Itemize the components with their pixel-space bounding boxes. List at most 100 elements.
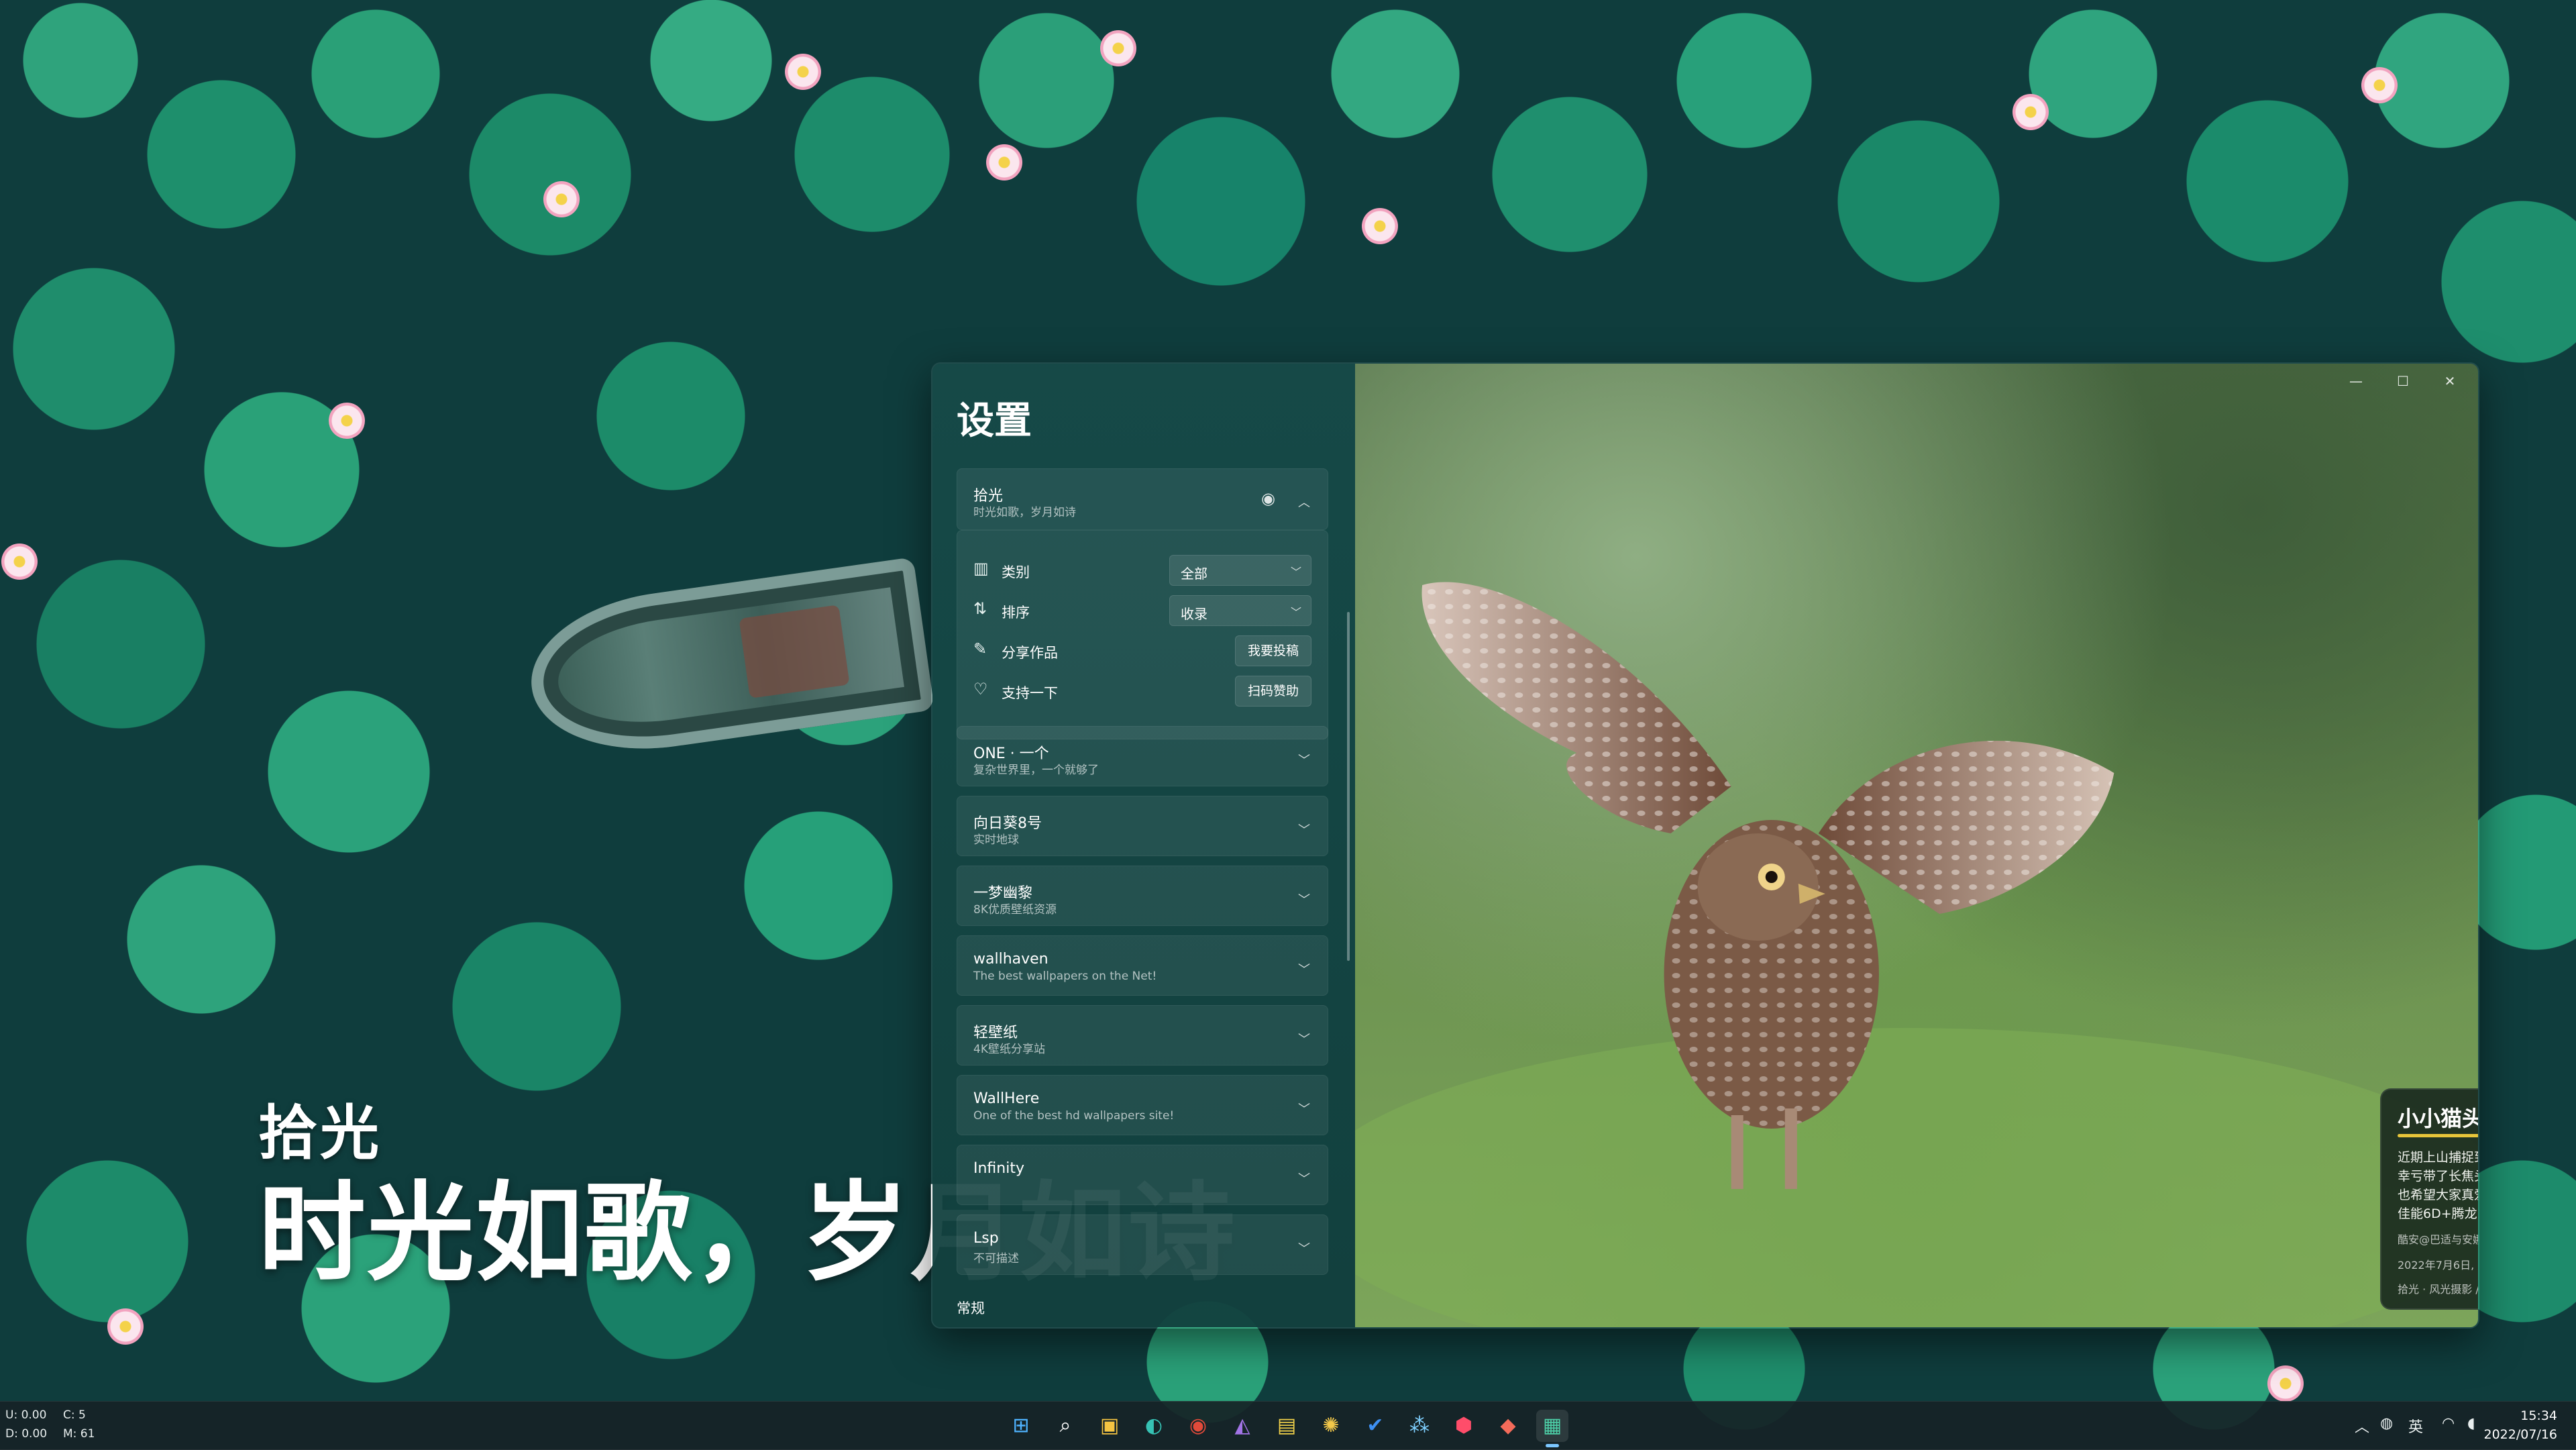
edge-icon[interactable]: ◐ — [1138, 1410, 1170, 1442]
source-card[interactable]: 向日葵8号 实时地球 ﹀ — [957, 796, 1328, 856]
chevron-up-icon[interactable]: ︿ — [1298, 493, 1310, 511]
share-icon: ✎ — [973, 639, 987, 658]
app-icon[interactable]: ✺ — [1315, 1410, 1347, 1442]
source-name: wallhaven — [973, 951, 1049, 968]
visual-studio-icon[interactable]: ◭ — [1226, 1410, 1258, 1442]
photo-title: 小小猫头鹰 🦉 — [2398, 1106, 2478, 1131]
source-card-expanded[interactable]: 拾光 时光如歌，岁月如诗 ◉ ︿ — [957, 468, 1328, 530]
sort-dropdown[interactable]: 收录 ﹀ — [1169, 595, 1311, 626]
app-icon[interactable]: ⁂ — [1403, 1410, 1436, 1442]
chevron-down-icon: ﹀ — [1298, 1033, 1310, 1047]
option-row-support: ♡ 支持一下 扫码赞助 — [973, 673, 1311, 707]
store-icon[interactable]: ▣ — [1093, 1410, 1126, 1442]
maximize-button[interactable]: ☐ — [2383, 368, 2423, 395]
wallpaper-preview: — ☐ ✕ 小小猫头鹰 🦉 近期上山捕捉到一只猫头鹰幼崽，太萌太可爱。 幸亏带了… — [1355, 364, 2478, 1327]
source-name: WallHere — [973, 1090, 1040, 1107]
photo-desc-line: 近期上山捕捉到一只猫头鹰幼崽，太萌太可爱。 — [2398, 1150, 2478, 1165]
lotus-flower — [2267, 1365, 2304, 1402]
chevron-up-icon[interactable]: ︿ — [2355, 1415, 2369, 1437]
photo-desc-line: 也希望大家真爱大自然，杜绝猫杀这些濒临动物！ — [2398, 1188, 2478, 1202]
ime-indicator[interactable]: 英 — [2408, 1415, 2423, 1437]
option-row-sort: ⇅ 排序 收录 ﹀ — [973, 592, 1311, 626]
section-header-general: 常规 — [957, 1300, 985, 1316]
photo-desc-line: 幸亏带了长焦头，拍了这多次鸟，第一次拍到猫头鹰，幸运、满足、感恩！ — [2398, 1169, 2478, 1184]
source-desc: 4K壁纸分享站 — [973, 1043, 1045, 1056]
stat-upload: U: 0.00 — [5, 1408, 47, 1422]
source-card[interactable]: ONE · 一个 复杂世界里，一个就够了 ﹀ — [957, 726, 1328, 786]
source-options-panel: ▥ 类别 全部 ﹀ ⇅ 排序 收录 ﹀ ✎ 分享作品 我要投稿 ♡ 支持一下 扫… — [957, 530, 1328, 739]
photo-author: 酷安@巴适与安娜 — [2398, 1233, 2478, 1246]
taskbar: U: 0.00 C: 5 D: 0.00 M: 61 ⊞ ⌕ ▣ ◐ ◉ ◭ ▤… — [0, 1401, 2576, 1450]
scrollbar[interactable] — [1347, 612, 1350, 961]
chevron-down-icon: ﹀ — [1298, 823, 1310, 837]
settings-pane: 设置 拾光 时光如歌，岁月如诗 ◉ ︿ ▥ 类别 全部 ﹀ ⇅ 排序 收录 ﹀ … — [932, 364, 1355, 1327]
lotus-flower — [329, 403, 365, 439]
stat-download: D: 0.00 — [5, 1427, 48, 1441]
app-icon[interactable]: ▤ — [1271, 1410, 1303, 1442]
photo-meta: 拾光 · 风光摄影 / 1200x800, 127KB — [2398, 1283, 2478, 1296]
lotus-flower — [1362, 208, 1398, 244]
source-card[interactable]: 一梦幽黎 8K优质壁纸资源 ﹀ — [957, 866, 1328, 926]
chrome-icon[interactable]: ◉ — [1182, 1410, 1214, 1442]
chevron-down-icon: ﹀ — [1298, 754, 1310, 768]
start-icon[interactable]: ⊞ — [1005, 1410, 1037, 1442]
photo-date: 2022年7月6日, 星期三 — [2398, 1259, 2478, 1272]
app-icon[interactable]: ◆ — [1492, 1410, 1524, 1442]
search-icon[interactable]: ⌕ — [1049, 1410, 1081, 1442]
chevron-down-icon: ﹀ — [1290, 606, 1301, 619]
chevron-down-icon: ﹀ — [1290, 566, 1301, 578]
category-dropdown[interactable]: 全部 ﹀ — [1169, 555, 1311, 586]
category-icon: ▥ — [973, 559, 989, 578]
wallpaper-app-icon[interactable]: ▦ — [1536, 1410, 1568, 1447]
source-card[interactable]: 轻壁纸 4K壁纸分享站 ﹀ — [957, 1005, 1328, 1066]
lotus-flower — [107, 1308, 144, 1345]
source-desc: 复杂世界里，一个就够了 — [973, 764, 1099, 777]
eye-icon[interactable]: ◉ — [1261, 489, 1275, 508]
todo-icon[interactable]: ✔ — [1359, 1410, 1391, 1442]
source-desc: 时光如歌，岁月如诗 — [973, 506, 1076, 519]
dropdown-value: 全部 — [1181, 566, 1208, 582]
lotus-flower — [785, 54, 821, 90]
option-row-share: ✎ 分享作品 我要投稿 — [973, 633, 1311, 666]
chevron-down-icon: ﹀ — [1298, 893, 1310, 907]
photo-author-link[interactable]: 酷安@巴适与安娜 ◍ — [2398, 1231, 2478, 1247]
chevron-down-icon: ﹀ — [1298, 1242, 1310, 1256]
option-label: 类别 — [1002, 564, 1030, 580]
heart-icon: ♡ — [973, 680, 988, 698]
sponsor-button[interactable]: 扫码赞助 — [1234, 676, 1311, 707]
stat-memory: M: 61 — [63, 1427, 95, 1441]
source-card[interactable]: Lsp 不可描述 ﹀ — [957, 1214, 1328, 1275]
source-name: Lsp — [973, 1230, 999, 1247]
stat-cpu: C: 5 — [63, 1408, 86, 1422]
source-card[interactable]: wallhaven The best wallpapers on the Net… — [957, 935, 1328, 996]
volume-icon[interactable]: ◖ — [2467, 1415, 2475, 1432]
app-icon[interactable]: ⬢ — [1448, 1410, 1480, 1442]
lotus-flower — [986, 144, 1022, 180]
submit-work-button[interactable]: 我要投稿 — [1234, 635, 1311, 666]
source-desc: 8K优质壁纸资源 — [973, 903, 1057, 917]
clock-date[interactable]: 2022/07/16 — [2483, 1427, 2557, 1442]
chevron-down-icon: ﹀ — [1298, 963, 1310, 977]
source-desc: 实时地球 — [973, 833, 1019, 847]
network-icon[interactable]: ◍ — [2380, 1415, 2393, 1432]
dropdown-value: 收录 — [1181, 606, 1208, 622]
source-card[interactable]: Infinity ﹀ — [957, 1145, 1328, 1205]
clock-time[interactable]: 15:34 — [2520, 1408, 2557, 1423]
source-card[interactable]: WallHere One of the best hd wallpapers s… — [957, 1075, 1328, 1135]
sort-icon: ⇅ — [973, 599, 987, 618]
lotus-flower — [543, 181, 580, 217]
wifi-icon[interactable]: ◠ — [2442, 1415, 2455, 1432]
photo-info-card: 小小猫头鹰 🦉 近期上山捕捉到一只猫头鹰幼崽，太萌太可爱。 幸亏带了长焦头，拍了… — [2380, 1088, 2478, 1310]
source-desc: The best wallpapers on the Net! — [973, 970, 1157, 983]
photo-desc-line: 佳能6D+腾龙70-300摄 — [2398, 1206, 2478, 1221]
owl-photo — [1355, 582, 2478, 1327]
minimize-button[interactable]: — — [2336, 368, 2376, 395]
close-button[interactable]: ✕ — [2430, 368, 2470, 395]
lotus-flower — [1100, 30, 1136, 66]
lotus-flower — [2361, 67, 2398, 103]
source-name: Infinity — [973, 1160, 1024, 1177]
app-window: 设置 拾光 时光如歌，岁月如诗 ◉ ︿ ▥ 类别 全部 ﹀ ⇅ 排序 收录 ﹀ … — [931, 362, 2479, 1329]
page-title: 设置 — [957, 399, 1032, 443]
source-desc: One of the best hd wallpapers site! — [973, 1109, 1175, 1123]
accent-bar — [2398, 1134, 2478, 1137]
